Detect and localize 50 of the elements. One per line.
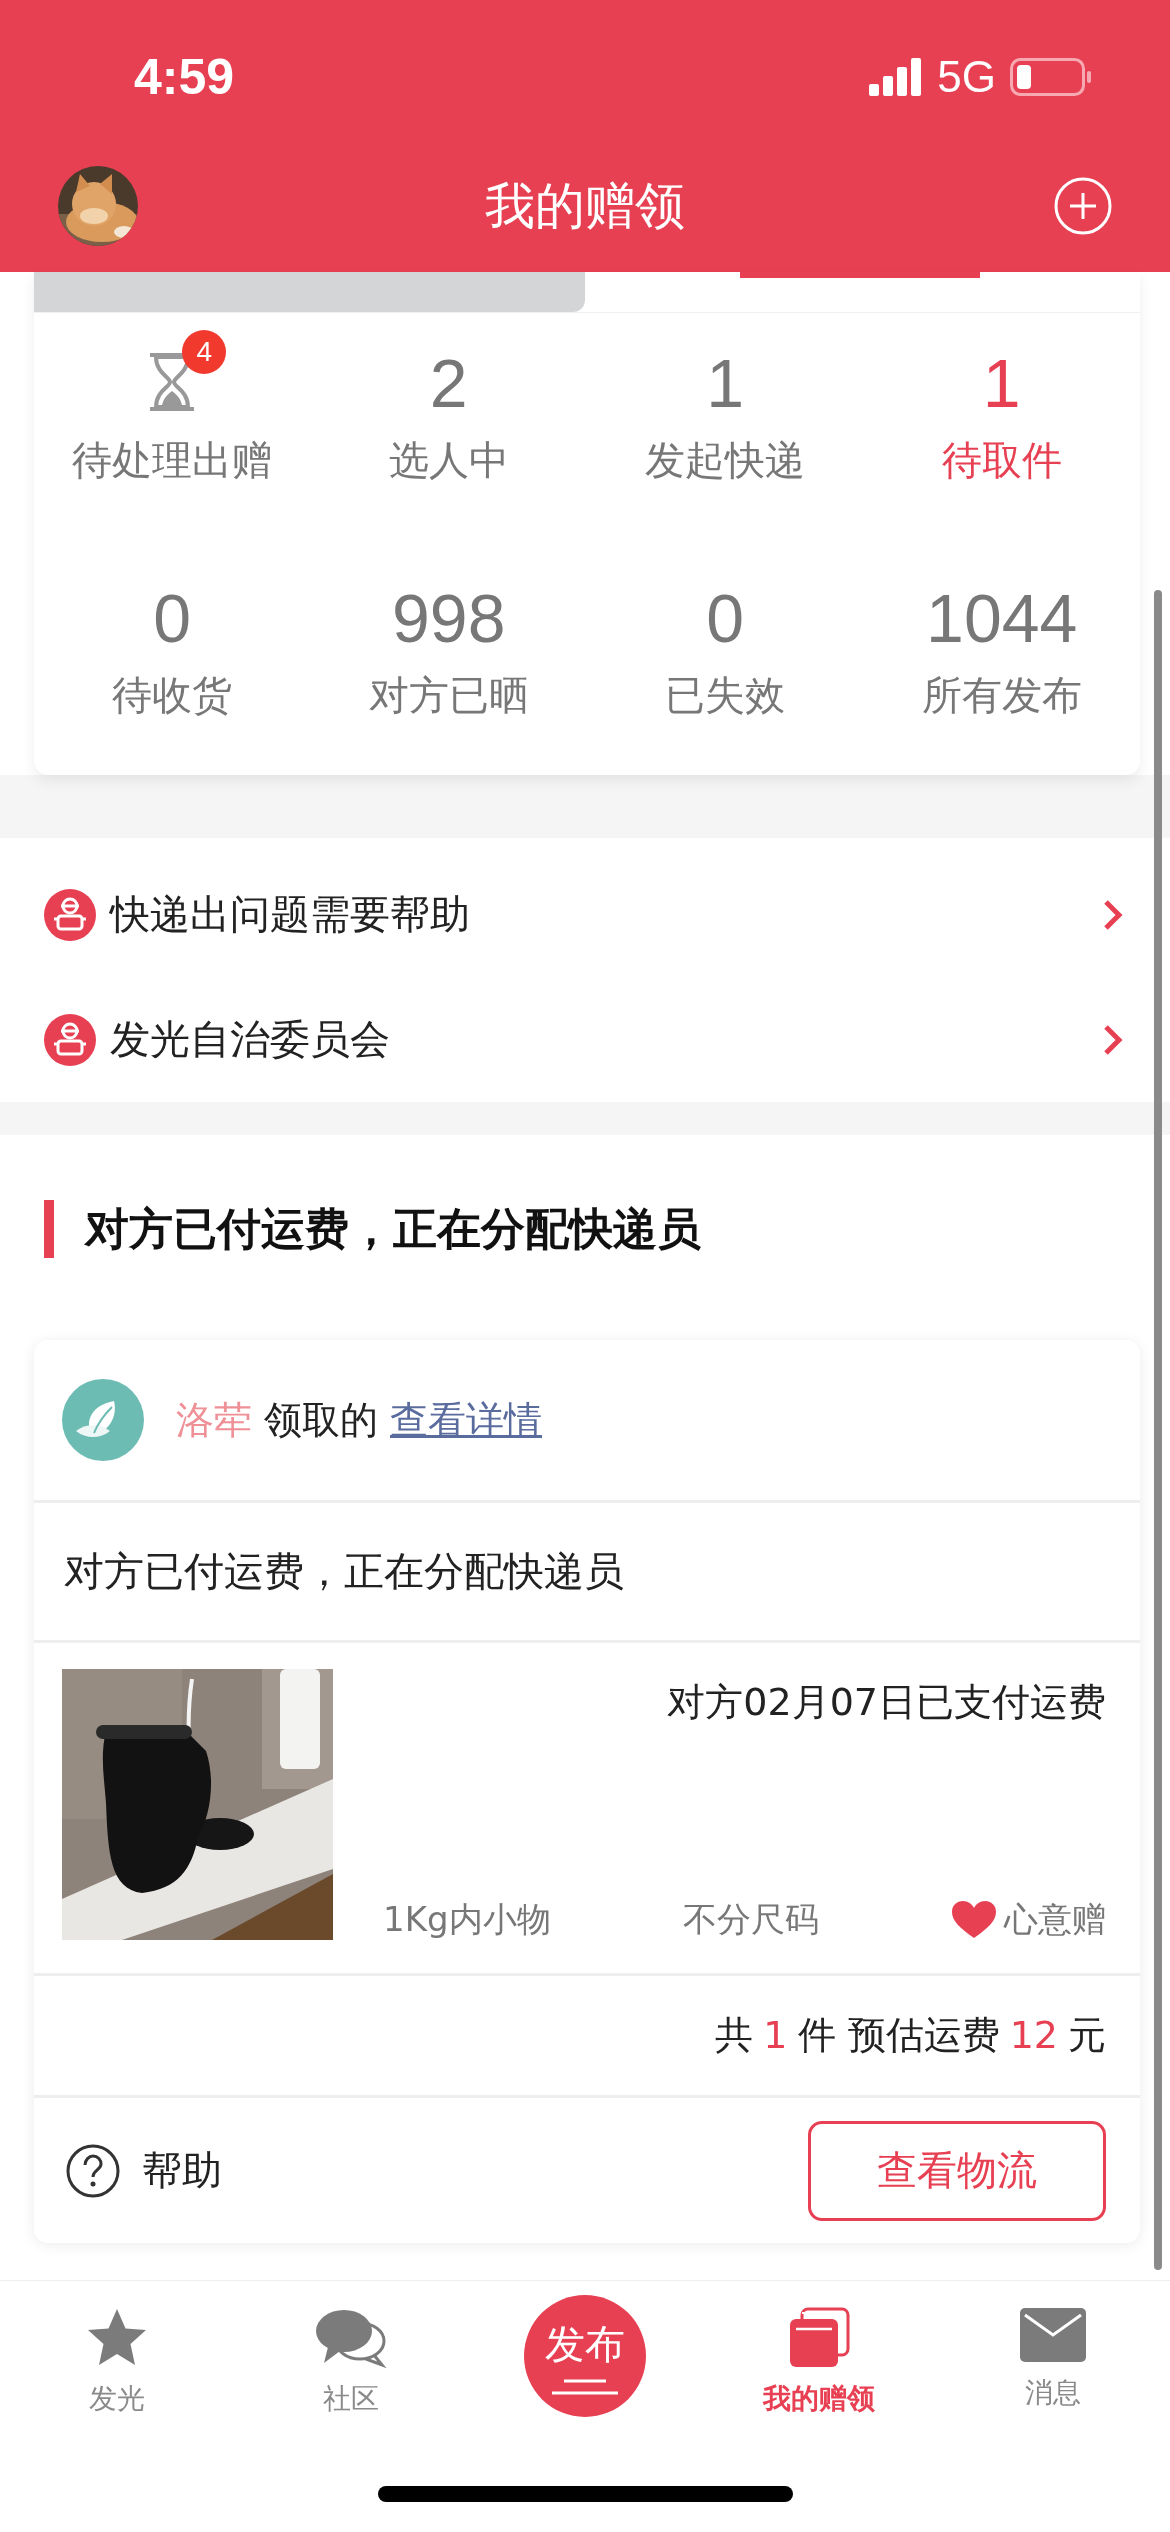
stat-label[interactable]: 发起快递 xyxy=(645,436,806,484)
tab-item[interactable]: 社区 xyxy=(304,2281,398,2417)
chevron-icon xyxy=(1102,1022,1124,1057)
stat-count: 1044 xyxy=(926,579,1078,651)
tab-item[interactable]: 发光 xyxy=(76,2281,158,2417)
section-heading: 对方已付运费，正在分配快递员 xyxy=(44,1200,1140,1258)
receiver-name: 洛荦 xyxy=(176,1396,252,1444)
notification-count: 4 xyxy=(182,330,227,374)
stat-label[interactable]: 已失效 xyxy=(665,671,786,719)
status-time: 4:59 xyxy=(134,48,235,106)
lines-icon xyxy=(552,2377,618,2396)
stat-label[interactable]: 待收货 xyxy=(112,671,233,719)
stat-count: 1 xyxy=(982,344,1021,416)
stat-label[interactable]: 选人中 xyxy=(388,436,509,484)
courier-icon xyxy=(44,1013,96,1066)
publish-button[interactable]: 发布 xyxy=(524,2295,646,2417)
add-button[interactable] xyxy=(1054,177,1112,235)
order-status: 对方已付运费，正在分配快递员 xyxy=(64,1547,624,1596)
details-link[interactable]: 查看详情 xyxy=(390,1394,542,1446)
claim-text: 领取的 xyxy=(264,1396,378,1444)
stat-count: 0 xyxy=(153,579,192,651)
help-icon xyxy=(66,2143,120,2198)
track-shipment-button[interactable]: 查看物流 xyxy=(808,2120,1106,2221)
envelope-icon xyxy=(1019,2307,1087,2363)
gift-type: 心意赠 xyxy=(1004,1898,1106,1941)
stat-label[interactable]: 待取件 xyxy=(941,436,1062,484)
courier-icon xyxy=(44,888,96,941)
tab-item[interactable]: 消息 xyxy=(1009,2281,1097,2411)
stat-label[interactable]: 待处理出赠 xyxy=(72,436,273,484)
chat-icon xyxy=(314,2307,388,2369)
heart-icon xyxy=(952,1901,996,1939)
stat-count: 0 xyxy=(706,579,745,651)
chevron-icon xyxy=(1102,897,1124,932)
network-label: 5G xyxy=(937,52,996,102)
stat-count: 2 xyxy=(429,344,468,416)
tab-item[interactable]: 我的赠领 xyxy=(753,2281,885,2417)
item-tag: 1Kg内小物 xyxy=(383,1897,551,1943)
battery-icon xyxy=(1010,58,1092,96)
stat-count: 998 xyxy=(392,579,506,651)
item-tag: 不分尺码 xyxy=(683,1897,820,1943)
stat-count: 1 xyxy=(706,344,745,416)
shipping-summary: 共 1 件 预估运费 12 元 xyxy=(715,2012,1106,2059)
stat-label[interactable]: 所有发布 xyxy=(921,671,1082,719)
page-title: 我的赠领 xyxy=(484,175,686,237)
payment-note: 对方02月07日已支付运费 xyxy=(666,1679,1106,1726)
stat-label[interactable]: 对方已晒 xyxy=(368,671,529,719)
help-button[interactable]: 帮助 xyxy=(66,2143,222,2198)
leaf-icon xyxy=(62,1379,144,1461)
signal-icon xyxy=(869,58,924,96)
cards-icon xyxy=(788,2307,850,2369)
